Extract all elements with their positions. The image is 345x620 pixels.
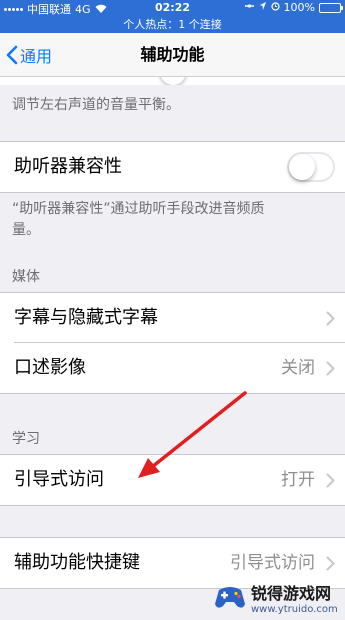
annotation-arrow-icon xyxy=(138,391,247,478)
watermark: 锐得游戏网 www.ytruido.com xyxy=(213,575,343,619)
watermark-text: 锐得游戏网 www.ytruido.com xyxy=(251,580,338,615)
watermark-url: www.ytruido.com xyxy=(251,603,338,615)
watermark-name: 锐得游戏网 xyxy=(251,583,332,603)
gamepad-logo-icon xyxy=(215,587,245,608)
